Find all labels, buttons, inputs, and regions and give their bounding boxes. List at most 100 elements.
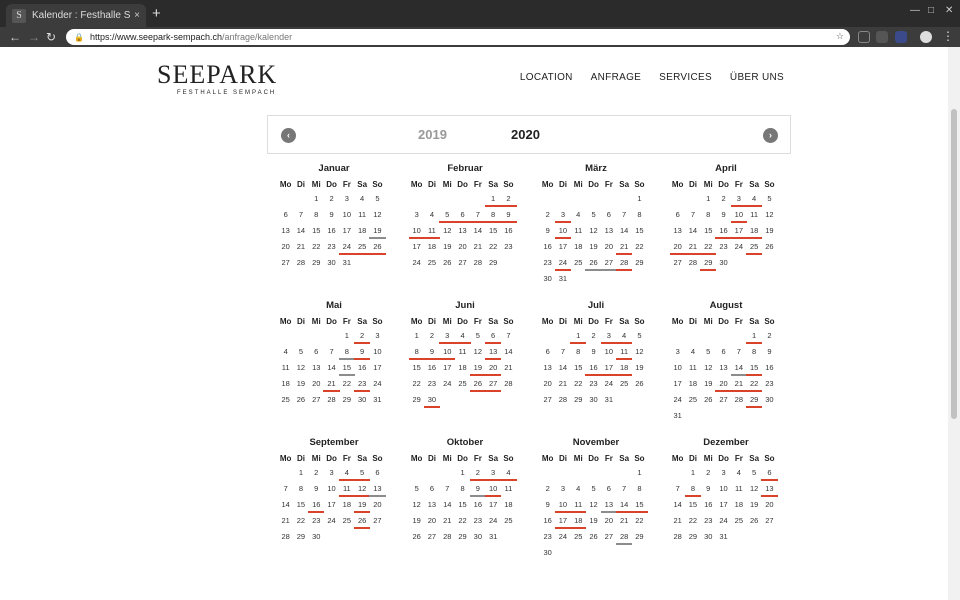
calendar-day[interactable]: 19: [762, 224, 777, 240]
calendar-day[interactable]: 3: [554, 208, 572, 224]
calendar-day[interactable]: 11: [423, 224, 441, 240]
calendar-day[interactable]: 7: [293, 208, 308, 224]
calendar-day[interactable]: 2: [469, 466, 487, 482]
calendar-day[interactable]: 18: [501, 498, 516, 514]
calendar-day[interactable]: 31: [555, 272, 570, 288]
calendar-day[interactable]: 20: [601, 514, 616, 530]
calendar-day[interactable]: 2: [500, 192, 517, 208]
calendar-day[interactable]: 4: [424, 208, 439, 224]
calendar-day[interactable]: 16: [540, 514, 555, 530]
calendar-day[interactable]: 28: [440, 530, 455, 546]
calendar-day[interactable]: 18: [339, 498, 354, 514]
calendar-day[interactable]: 21: [616, 514, 631, 530]
calendar-day[interactable]: 16: [324, 224, 339, 240]
calendar-day[interactable]: 20: [278, 240, 293, 256]
calendar-day[interactable]: 26: [586, 530, 601, 546]
calendar-day[interactable]: 3: [730, 192, 748, 208]
calendar-day[interactable]: 27: [540, 393, 555, 409]
calendar-day[interactable]: 14: [324, 361, 339, 377]
calendar-day[interactable]: 14: [293, 224, 308, 240]
calendar-day[interactable]: 5: [586, 208, 601, 224]
calendar-day[interactable]: 11: [685, 361, 700, 377]
calendar-day[interactable]: 21: [615, 240, 633, 256]
calendar-day[interactable]: 21: [323, 377, 341, 393]
profile-avatar-icon[interactable]: [920, 31, 932, 43]
calendar-day[interactable]: 9: [540, 224, 555, 240]
calendar-day[interactable]: 20: [669, 240, 687, 256]
calendar-day[interactable]: 21: [684, 240, 702, 256]
calendar-day[interactable]: 25: [339, 514, 354, 530]
calendar-day[interactable]: 18: [745, 224, 763, 240]
calendar-day[interactable]: 7: [469, 208, 487, 224]
calendar-day[interactable]: 20: [309, 377, 324, 393]
calendar-day[interactable]: 19: [586, 514, 601, 530]
calendar-day[interactable]: 25: [501, 514, 516, 530]
calendar-day[interactable]: 6: [424, 482, 439, 498]
calendar-day[interactable]: 16: [585, 361, 603, 377]
close-tab-icon[interactable]: ×: [134, 10, 140, 21]
calendar-day[interactable]: 14: [670, 498, 685, 514]
calendar-day[interactable]: 16: [762, 361, 777, 377]
calendar-day[interactable]: 4: [500, 466, 517, 482]
calendar-day[interactable]: 26: [632, 377, 647, 393]
calendar-day[interactable]: 14: [278, 498, 293, 514]
calendar-day[interactable]: 5: [746, 466, 761, 482]
calendar-day[interactable]: 30: [423, 393, 441, 409]
calendar-day[interactable]: 22: [632, 514, 647, 530]
calendar-day[interactable]: 28: [293, 256, 308, 272]
calendar-day[interactable]: 25: [278, 393, 293, 409]
calendar-day[interactable]: 9: [500, 208, 517, 224]
calendar-day[interactable]: 17: [339, 224, 354, 240]
calendar-day[interactable]: 15: [309, 224, 324, 240]
calendar-day[interactable]: 21: [278, 514, 293, 530]
calendar-day[interactable]: 22: [293, 514, 308, 530]
calendar-day[interactable]: 21: [555, 377, 570, 393]
calendar-day[interactable]: 18: [424, 240, 439, 256]
calendar-day[interactable]: 20: [762, 498, 777, 514]
calendar-day[interactable]: 8: [701, 208, 716, 224]
calendar-day[interactable]: 24: [324, 514, 339, 530]
calendar-day[interactable]: 29: [632, 256, 647, 272]
calendar-day[interactable]: 22: [745, 377, 763, 393]
calendar-day[interactable]: 7: [501, 329, 516, 345]
calendar-day[interactable]: 1: [632, 192, 647, 208]
calendar-day[interactable]: 13: [601, 224, 616, 240]
calendar-day[interactable]: 11: [731, 482, 746, 498]
calendar-day[interactable]: 14: [440, 498, 455, 514]
calendar-day[interactable]: 2: [353, 329, 371, 345]
calendar-day[interactable]: 5: [439, 208, 456, 224]
calendar-day[interactable]: 15: [485, 224, 500, 240]
calendar-day[interactable]: 7: [731, 345, 746, 361]
calendar-day[interactable]: 5: [701, 345, 716, 361]
calendar-day[interactable]: 17: [370, 361, 385, 377]
calendar-day[interactable]: 5: [632, 329, 647, 345]
calendar-day[interactable]: 4: [454, 329, 472, 345]
calendar-day[interactable]: 19: [293, 377, 308, 393]
browser-tab[interactable]: S Kalender : Festhalle SEEP ×: [6, 4, 146, 27]
calendar-day[interactable]: 13: [369, 482, 386, 498]
calendar-day[interactable]: 9: [701, 482, 716, 498]
calendar-day[interactable]: 24: [555, 530, 570, 546]
calendar-day[interactable]: 26: [469, 377, 487, 393]
calendar-day[interactable]: 24: [440, 377, 455, 393]
calendar-day[interactable]: 20: [715, 377, 733, 393]
calendar-day[interactable]: 12: [586, 224, 601, 240]
calendar-day[interactable]: 15: [745, 361, 763, 377]
calendar-day[interactable]: 22: [485, 240, 500, 256]
calendar-day[interactable]: 11: [570, 498, 587, 514]
calendar-day[interactable]: 11: [615, 345, 633, 361]
calendar-day[interactable]: 12: [762, 208, 777, 224]
calendar-day[interactable]: 21: [670, 514, 685, 530]
calendar-day[interactable]: 15: [631, 498, 648, 514]
calendar-day[interactable]: 2: [540, 482, 555, 498]
calendar-day[interactable]: 12: [701, 361, 716, 377]
calendar-day[interactable]: 10: [324, 482, 339, 498]
calendar-day[interactable]: 29: [409, 393, 424, 409]
calendar-day[interactable]: 22: [700, 240, 717, 256]
calendar-day[interactable]: 19: [586, 240, 601, 256]
calendar-day[interactable]: 19: [746, 498, 761, 514]
calendar-day[interactable]: 15: [701, 224, 716, 240]
calendar-day[interactable]: 24: [601, 377, 616, 393]
calendar-day[interactable]: 10: [439, 345, 456, 361]
calendar-day[interactable]: 26: [585, 256, 603, 272]
